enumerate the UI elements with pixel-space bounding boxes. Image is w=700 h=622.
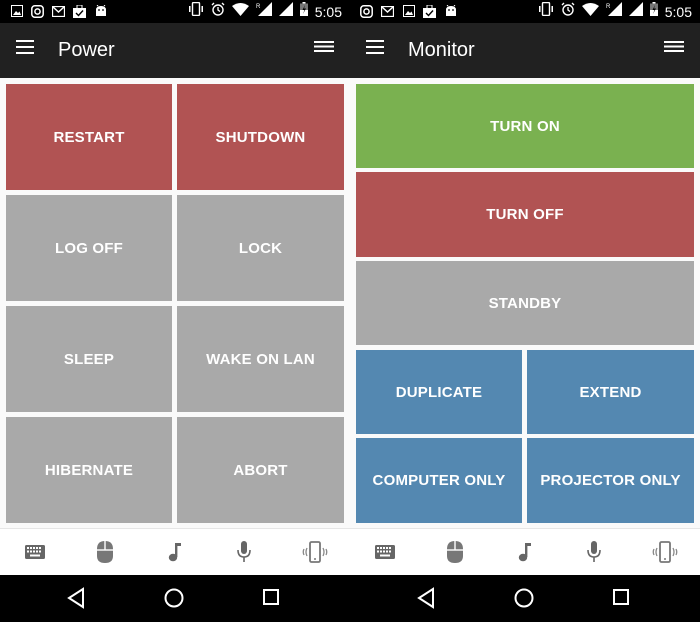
computer-only-button[interactable]: COMPUTER ONLY	[356, 438, 522, 523]
extend-button[interactable]: EXTEND	[527, 350, 694, 434]
mouse-icon[interactable]	[92, 539, 118, 565]
vibrate-icon	[188, 1, 204, 21]
back-icon[interactable]	[66, 587, 90, 611]
signal-roaming-icon: R	[256, 2, 272, 21]
microphone-icon[interactable]	[231, 539, 257, 565]
menu-icon[interactable]	[314, 40, 336, 62]
back-icon[interactable]	[416, 587, 440, 611]
turn-off-button[interactable]: TURN OFF	[356, 172, 694, 257]
restart-button[interactable]: RESTART	[6, 84, 172, 190]
home-icon[interactable]	[163, 587, 187, 611]
mouse-icon[interactable]	[442, 539, 468, 565]
battery-charging-icon	[299, 2, 308, 21]
app-bar: Power	[0, 23, 350, 78]
clipboard-check-icon	[73, 4, 86, 18]
gallery-icon	[10, 4, 23, 18]
svg-text:R: R	[606, 4, 611, 10]
wake-on-lan-button[interactable]: WAKE ON LAN	[177, 306, 344, 412]
clipboard-check-icon	[423, 4, 436, 18]
gmail-icon	[52, 4, 65, 18]
home-icon[interactable]	[513, 587, 537, 611]
recents-icon[interactable]	[261, 587, 285, 611]
duplicate-button[interactable]: DUPLICATE	[356, 350, 522, 434]
microphone-icon[interactable]	[581, 539, 607, 565]
android-icon	[444, 4, 457, 18]
wifi-icon	[231, 2, 249, 21]
keyboard-icon[interactable]	[22, 539, 48, 565]
alarm-icon	[211, 2, 225, 21]
sleep-button[interactable]: SLEEP	[6, 306, 172, 412]
projector-only-button[interactable]: PROJECTOR ONLY	[527, 438, 694, 523]
battery-charging-icon	[649, 2, 658, 21]
alarm-icon	[561, 2, 575, 21]
music-note-icon[interactable]	[162, 539, 188, 565]
gmail-icon	[381, 4, 394, 18]
hamburger-icon[interactable]	[16, 39, 38, 61]
abort-button[interactable]: ABORT	[177, 417, 344, 523]
shutdown-button[interactable]: SHUTDOWN	[177, 84, 344, 190]
signal-icon	[628, 2, 643, 21]
status-bar: R 5:05	[0, 0, 350, 23]
bottom-nav	[0, 528, 350, 576]
page-title: Monitor	[408, 39, 475, 61]
keyboard-icon[interactable]	[372, 539, 398, 565]
wifi-icon	[581, 2, 599, 21]
status-bar: R 5:05	[350, 0, 700, 23]
hamburger-icon[interactable]	[366, 39, 388, 61]
instagram-icon	[360, 4, 373, 18]
instagram-icon	[31, 4, 44, 18]
status-time: 5:05	[314, 3, 342, 20]
phone-vibrate-icon[interactable]	[650, 539, 680, 565]
system-nav-bar	[350, 575, 700, 622]
status-time: 5:05	[664, 3, 692, 20]
svg-text:R: R	[256, 4, 261, 10]
signal-icon	[278, 2, 293, 21]
turn-on-button[interactable]: TURN ON	[356, 84, 694, 168]
lock-button[interactable]: LOCK	[177, 195, 344, 301]
recents-icon[interactable]	[611, 587, 635, 611]
music-note-icon[interactable]	[512, 539, 538, 565]
log-off-button[interactable]: LOG OFF	[6, 195, 172, 301]
android-icon	[94, 4, 107, 18]
signal-roaming-icon: R	[606, 2, 622, 21]
page-title: Power	[58, 39, 115, 61]
menu-icon[interactable]	[664, 40, 686, 62]
app-bar: Monitor	[350, 23, 700, 78]
phone-vibrate-icon[interactable]	[300, 539, 330, 565]
standby-button[interactable]: STANDBY	[356, 261, 694, 345]
vibrate-icon	[538, 1, 554, 21]
monitor-screen: R 5:05 Monitor TURN ON TURN OFF STANDBY …	[350, 0, 700, 622]
system-nav-bar	[0, 575, 350, 622]
bottom-nav	[350, 528, 700, 576]
power-screen: R 5:05 Power RESTART SHUTDOWN LOG OFF LO…	[0, 0, 350, 622]
hibernate-button[interactable]: HIBERNATE	[6, 417, 172, 523]
gallery-icon	[402, 4, 415, 18]
